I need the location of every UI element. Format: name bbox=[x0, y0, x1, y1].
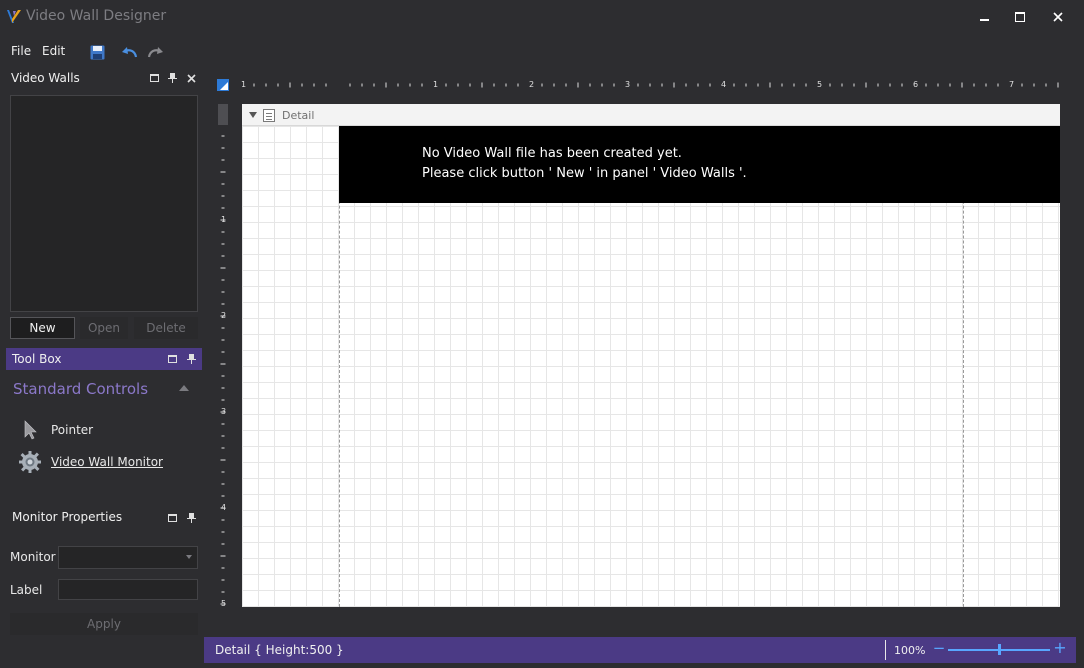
ruler-top-number: 7 bbox=[1009, 80, 1015, 89]
pointer-icon bbox=[24, 420, 37, 440]
toolbox-title: Tool Box bbox=[12, 352, 62, 366]
ruler-top-ticks bbox=[253, 82, 1059, 88]
empty-state-banner: No Video Wall file has been created yet.… bbox=[339, 126, 1060, 203]
ruler-left-band-marker bbox=[218, 104, 228, 125]
monitor-properties-title: Monitor Properties bbox=[12, 510, 123, 524]
app-logo-icon bbox=[5, 8, 23, 26]
ruler-top-number: 4 bbox=[721, 80, 727, 89]
video-walls-list[interactable] bbox=[10, 95, 198, 312]
close-window-button[interactable] bbox=[1042, 6, 1074, 28]
save-button[interactable] bbox=[88, 43, 106, 61]
maximize-icon bbox=[1015, 12, 1025, 22]
ruler-top-number: 1 bbox=[241, 80, 247, 89]
ruler-corner-button[interactable] bbox=[217, 79, 229, 91]
ruler-top-number: 5 bbox=[817, 80, 823, 89]
band-document-icon bbox=[263, 109, 275, 122]
app-title: Video Wall Designer bbox=[26, 8, 167, 24]
menu-edit[interactable]: Edit bbox=[42, 44, 65, 58]
apply-button[interactable]: Apply bbox=[10, 613, 198, 635]
toolbox-float-button[interactable] bbox=[166, 353, 178, 365]
band-collapse-icon[interactable] bbox=[249, 112, 257, 118]
ruler-left-number: 1 bbox=[221, 215, 227, 224]
status-divider bbox=[885, 640, 886, 660]
window-float-icon bbox=[167, 514, 177, 522]
ruler-top bbox=[216, 78, 1062, 92]
zoom-level-label: 100% bbox=[894, 644, 926, 657]
detail-band-header[interactable]: Detail bbox=[242, 104, 1060, 126]
ruler-left-number: 2 bbox=[221, 311, 227, 320]
ruler-left-number: 3 bbox=[221, 407, 227, 416]
ruler-top-number: 2 bbox=[529, 80, 535, 89]
close-icon bbox=[1053, 12, 1063, 22]
undo-icon bbox=[122, 47, 138, 58]
ruler-left-ticks bbox=[220, 123, 226, 605]
monitor-gear-icon bbox=[19, 451, 41, 473]
monitor-field-label: Monitor bbox=[10, 550, 56, 564]
window-float-icon bbox=[167, 355, 177, 363]
undo-button[interactable] bbox=[120, 43, 138, 61]
redo-icon bbox=[147, 47, 163, 58]
toolbox-item-label: Video Wall Monitor bbox=[51, 455, 163, 469]
save-icon bbox=[90, 45, 104, 59]
toolbox-pin-button[interactable] bbox=[185, 353, 197, 365]
redo-button[interactable] bbox=[147, 43, 165, 61]
properties-pin-button[interactable] bbox=[185, 512, 197, 524]
zoom-in-button[interactable]: + bbox=[1053, 638, 1067, 657]
minimize-icon bbox=[979, 19, 989, 21]
toolbox-header: Tool Box bbox=[6, 348, 202, 370]
video-walls-pin-button[interactable] bbox=[166, 72, 178, 84]
video-walls-close-button[interactable] bbox=[185, 72, 197, 84]
new-button[interactable]: New bbox=[10, 317, 75, 339]
close-icon bbox=[186, 73, 196, 83]
pin-icon bbox=[167, 73, 177, 83]
collapse-up-icon[interactable] bbox=[179, 385, 189, 391]
ruler-left bbox=[216, 104, 230, 608]
ruler-top-number: 1 bbox=[433, 80, 439, 89]
video-walls-panel-title: Video Walls bbox=[11, 71, 80, 85]
zoom-out-button[interactable]: − bbox=[932, 639, 946, 657]
ruler-left-number: 4 bbox=[221, 503, 227, 512]
window-float-icon bbox=[149, 74, 159, 82]
properties-float-button[interactable] bbox=[166, 512, 178, 524]
label-field-label: Label bbox=[10, 583, 43, 597]
chevron-down-icon bbox=[186, 555, 192, 559]
maximize-button[interactable] bbox=[1004, 6, 1036, 28]
status-bar: Detail { Height:500 } 100% − + bbox=[204, 637, 1076, 663]
title-bar: Video Wall Designer bbox=[0, 0, 1084, 36]
ruler-left-number: 5 bbox=[221, 599, 227, 608]
monitor-select[interactable] bbox=[58, 546, 198, 569]
menu-file[interactable]: File bbox=[11, 44, 31, 58]
minimize-button[interactable] bbox=[968, 6, 1000, 28]
ruler-top-number: 6 bbox=[913, 80, 919, 89]
label-input[interactable] bbox=[58, 579, 198, 600]
toolbox-item-pointer[interactable]: Pointer bbox=[20, 418, 200, 442]
standard-controls-section-title[interactable]: Standard Controls bbox=[13, 380, 148, 398]
zoom-slider-thumb[interactable] bbox=[998, 644, 1001, 655]
toolbox-item-video-wall-monitor[interactable]: Video Wall Monitor bbox=[18, 450, 200, 474]
empty-state-message-line2: Please click button ' New ' in panel ' V… bbox=[422, 166, 747, 181]
status-text: Detail { Height:500 } bbox=[215, 643, 344, 657]
pin-icon bbox=[186, 513, 196, 523]
design-surface[interactable]: Detail No Video Wall file has been creat… bbox=[242, 104, 1060, 607]
band-label: Detail bbox=[282, 109, 315, 122]
delete-button[interactable]: Delete bbox=[134, 317, 198, 339]
pin-icon bbox=[186, 354, 196, 364]
video-walls-float-button[interactable] bbox=[148, 72, 160, 84]
empty-state-message-line1: No Video Wall file has been created yet. bbox=[422, 146, 682, 161]
toolbox-item-label: Pointer bbox=[51, 423, 94, 437]
ruler-top-number: 3 bbox=[625, 80, 631, 89]
open-button[interactable]: Open bbox=[80, 317, 128, 339]
